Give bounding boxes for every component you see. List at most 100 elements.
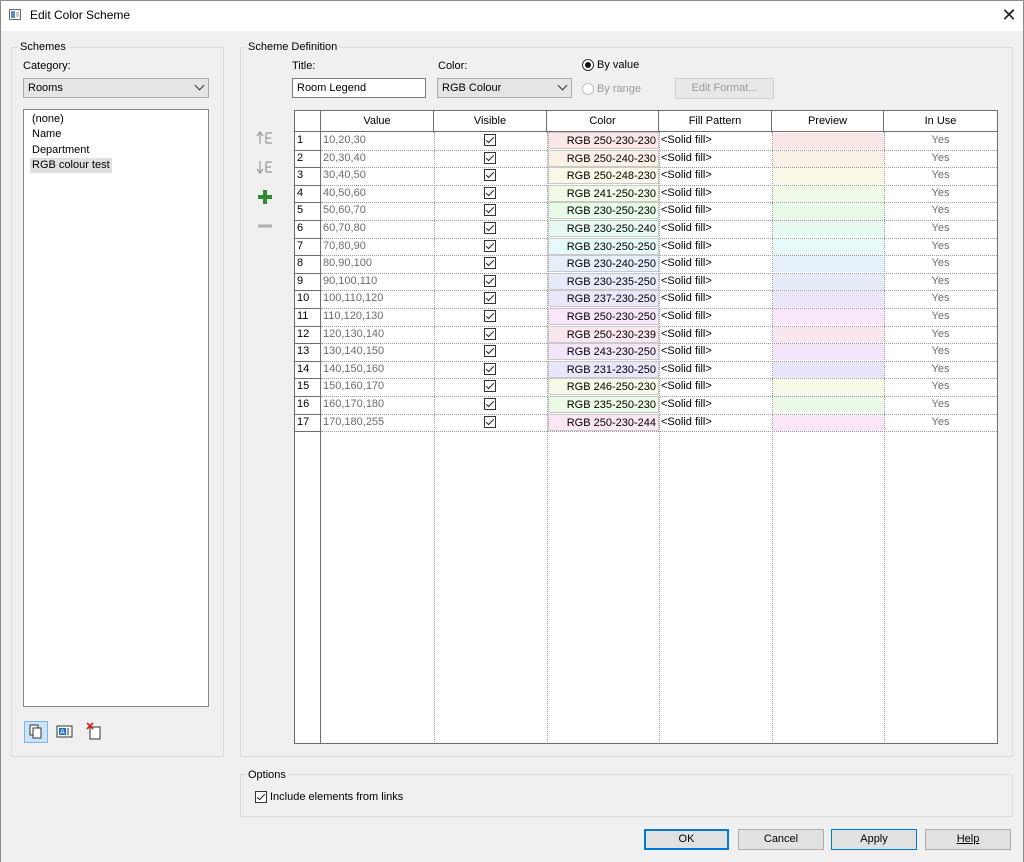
value-cell[interactable]: 160,170,180 xyxy=(323,396,431,413)
fill-pattern-cell[interactable]: <Solid fill> xyxy=(661,150,769,167)
visible-cell[interactable] xyxy=(434,132,547,149)
color-cell[interactable]: RGB 250-230-244 xyxy=(548,414,659,431)
visible-checkbox[interactable] xyxy=(484,204,496,216)
visible-cell[interactable] xyxy=(434,290,547,307)
include-links-checkbox[interactable] xyxy=(255,791,267,803)
move-down-button[interactable] xyxy=(256,158,274,176)
color-cell[interactable]: RGB 250-248-230 xyxy=(548,167,659,184)
close-icon[interactable]: ✕ xyxy=(996,2,1022,28)
value-cell[interactable]: 30,40,50 xyxy=(323,167,431,184)
fill-pattern-cell[interactable]: <Solid fill> xyxy=(661,308,769,325)
remove-value-button[interactable] xyxy=(256,217,274,235)
visible-cell[interactable] xyxy=(434,378,547,395)
visible-checkbox[interactable] xyxy=(484,222,496,234)
header-in-use[interactable]: In Use xyxy=(884,111,997,132)
scheme-item-none[interactable]: (none) xyxy=(30,112,66,127)
visible-checkbox[interactable] xyxy=(484,169,496,181)
color-cell[interactable]: RGB 230-250-240 xyxy=(548,220,659,237)
color-cell[interactable]: RGB 250-230-250 xyxy=(548,308,659,325)
fill-pattern-cell[interactable]: <Solid fill> xyxy=(661,378,769,395)
visible-cell[interactable] xyxy=(434,414,547,431)
value-cell[interactable]: 150,160,170 xyxy=(323,378,431,395)
header-preview[interactable]: Preview xyxy=(772,111,884,132)
header-fill-pattern[interactable]: Fill Pattern xyxy=(659,111,772,132)
value-cell[interactable]: 50,60,70 xyxy=(323,202,431,219)
category-dropdown[interactable]: Rooms xyxy=(23,78,209,98)
visible-checkbox[interactable] xyxy=(484,187,496,199)
value-cell[interactable]: 60,70,80 xyxy=(323,220,431,237)
value-cell[interactable]: 110,120,130 xyxy=(323,308,431,325)
visible-cell[interactable] xyxy=(434,255,547,272)
help-button[interactable]: Help xyxy=(925,829,1011,850)
by-value-radio[interactable] xyxy=(582,59,594,71)
edit-format-button[interactable]: Edit Format... xyxy=(675,78,774,99)
color-cell[interactable]: RGB 250-230-230 xyxy=(548,132,659,149)
scheme-values-table[interactable]: Value Visible Color Fill Pattern Preview… xyxy=(294,110,998,744)
color-cell[interactable]: RGB 250-240-230 xyxy=(548,150,659,167)
visible-checkbox[interactable] xyxy=(484,134,496,146)
visible-checkbox[interactable] xyxy=(484,380,496,392)
value-cell[interactable]: 130,140,150 xyxy=(323,343,431,360)
color-cell[interactable]: RGB 230-235-250 xyxy=(548,273,659,290)
title-input[interactable]: Room Legend xyxy=(292,78,426,98)
delete-scheme-button[interactable] xyxy=(84,721,106,743)
color-cell[interactable]: RGB 237-230-250 xyxy=(548,290,659,307)
duplicate-scheme-button[interactable] xyxy=(24,721,48,743)
color-cell[interactable]: RGB 231-230-250 xyxy=(548,361,659,378)
fill-pattern-cell[interactable]: <Solid fill> xyxy=(661,273,769,290)
move-up-button[interactable] xyxy=(256,129,274,147)
fill-pattern-cell[interactable]: <Solid fill> xyxy=(661,396,769,413)
header-color[interactable]: Color xyxy=(547,111,659,132)
color-cell[interactable]: RGB 230-250-230 xyxy=(548,202,659,219)
fill-pattern-cell[interactable]: <Solid fill> xyxy=(661,326,769,343)
visible-cell[interactable] xyxy=(434,361,547,378)
fill-pattern-cell[interactable]: <Solid fill> xyxy=(661,290,769,307)
fill-pattern-cell[interactable]: <Solid fill> xyxy=(661,167,769,184)
fill-pattern-cell[interactable]: <Solid fill> xyxy=(661,238,769,255)
header-value[interactable]: Value xyxy=(321,111,434,132)
visible-checkbox[interactable] xyxy=(484,398,496,410)
visible-cell[interactable] xyxy=(434,150,547,167)
value-cell[interactable]: 170,180,255 xyxy=(323,414,431,431)
visible-checkbox[interactable] xyxy=(484,275,496,287)
fill-pattern-cell[interactable]: <Solid fill> xyxy=(661,220,769,237)
visible-checkbox[interactable] xyxy=(484,257,496,269)
visible-cell[interactable] xyxy=(434,273,547,290)
fill-pattern-cell[interactable]: <Solid fill> xyxy=(661,185,769,202)
fill-pattern-cell[interactable]: <Solid fill> xyxy=(661,343,769,360)
value-cell[interactable]: 90,100,110 xyxy=(323,273,431,290)
visible-cell[interactable] xyxy=(434,308,547,325)
color-cell[interactable]: RGB 241-250-230 xyxy=(548,185,659,202)
visible-cell[interactable] xyxy=(434,238,547,255)
fill-pattern-cell[interactable]: <Solid fill> xyxy=(661,202,769,219)
value-cell[interactable]: 20,30,40 xyxy=(323,150,431,167)
value-cell[interactable]: 100,110,120 xyxy=(323,290,431,307)
visible-cell[interactable] xyxy=(434,343,547,360)
scheme-list[interactable]: (none) Name Department RGB colour test xyxy=(23,109,209,707)
apply-button[interactable]: Apply xyxy=(831,829,917,850)
visible-checkbox[interactable] xyxy=(484,416,496,428)
fill-pattern-cell[interactable]: <Solid fill> xyxy=(661,414,769,431)
value-cell[interactable]: 10,20,30 xyxy=(323,132,431,149)
visible-cell[interactable] xyxy=(434,167,547,184)
visible-cell[interactable] xyxy=(434,396,547,413)
ok-button[interactable]: OK xyxy=(644,829,729,850)
value-cell[interactable]: 40,50,60 xyxy=(323,185,431,202)
value-cell[interactable]: 70,80,90 xyxy=(323,238,431,255)
color-cell[interactable]: RGB 250-230-239 xyxy=(548,326,659,343)
add-value-button[interactable] xyxy=(256,188,274,206)
value-cell[interactable]: 120,130,140 xyxy=(323,326,431,343)
color-cell[interactable]: RGB 246-250-230 xyxy=(548,378,659,395)
scheme-item-name[interactable]: Name xyxy=(30,127,63,142)
rename-scheme-button[interactable]: A xyxy=(54,721,76,743)
visible-checkbox[interactable] xyxy=(484,345,496,357)
fill-pattern-cell[interactable]: <Solid fill> xyxy=(661,255,769,272)
visible-checkbox[interactable] xyxy=(484,152,496,164)
by-range-radio[interactable] xyxy=(582,83,594,95)
color-dropdown[interactable]: RGB Colour xyxy=(437,78,572,98)
scheme-item-rgb-colour-test[interactable]: RGB colour test xyxy=(30,158,112,173)
visible-checkbox[interactable] xyxy=(484,328,496,340)
cancel-button[interactable]: Cancel xyxy=(738,829,824,850)
value-cell[interactable]: 80,90,100 xyxy=(323,255,431,272)
visible-checkbox[interactable] xyxy=(484,363,496,375)
